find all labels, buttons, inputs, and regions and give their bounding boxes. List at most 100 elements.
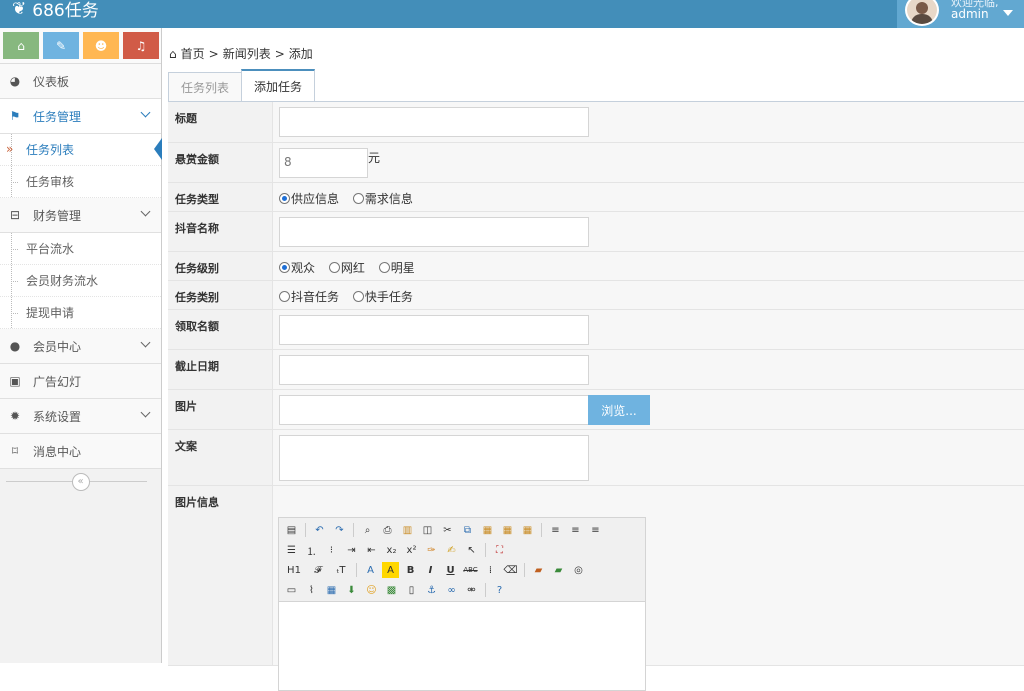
pagebreak-icon[interactable]: ▯: [403, 582, 420, 598]
attachment-icon[interactable]: ⌇: [303, 582, 320, 598]
sidebar-item-ads[interactable]: ▣ 广告幻灯: [0, 364, 161, 399]
field-label: 文案: [168, 430, 273, 485]
flash-icon[interactable]: ◎: [570, 562, 587, 578]
multi-image-icon[interactable]: ▰: [550, 562, 567, 578]
active-pointer-icon: [154, 138, 162, 160]
users-shortcut-button[interactable]: ☻: [83, 32, 119, 59]
paste-icon[interactable]: ▦: [479, 522, 496, 538]
editor-content-area[interactable]: [279, 602, 645, 690]
source-icon[interactable]: ▤: [283, 522, 300, 538]
sidebar-item-finance-management[interactable]: ⊟ 财务管理: [0, 198, 161, 233]
map-icon[interactable]: ▩: [383, 582, 400, 598]
help-icon[interactable]: ?: [491, 582, 508, 598]
unordered-list-icon[interactable]: ⁝: [323, 542, 340, 558]
copy-textarea[interactable]: [279, 435, 589, 481]
cut-icon[interactable]: ✂: [439, 522, 456, 538]
radio-demand[interactable]: 需求信息: [352, 190, 413, 207]
anchor-icon[interactable]: ⚓: [423, 582, 440, 598]
radio-label: 网红: [340, 261, 365, 275]
avatar: [905, 0, 939, 26]
double-angle-left-icon[interactable]: «: [71, 472, 90, 491]
main-content: ⌂ 首页 > 新闻列表 > 添加 任务列表 添加任务 标题 悬赏金额 8 元 任…: [163, 28, 1024, 691]
title-input[interactable]: [279, 107, 589, 137]
breadcrumb-current: 添加: [288, 47, 313, 61]
douyin-name-input[interactable]: [279, 217, 589, 247]
link-icon[interactable]: ∞: [443, 582, 460, 598]
subscript-icon[interactable]: x₂: [383, 542, 400, 558]
quota-input[interactable]: [279, 315, 589, 345]
code-icon[interactable]: ◫: [419, 522, 436, 538]
chevron-down-icon: [140, 407, 151, 418]
sidebar-item-task-list[interactable]: » 任务列表: [0, 134, 162, 166]
radio-influencer[interactable]: 网红: [328, 259, 365, 276]
tab-add-task[interactable]: 添加任务: [241, 69, 316, 102]
sidebar-item-task-review[interactable]: 任务审核: [0, 166, 161, 198]
underline-button[interactable]: U: [442, 562, 459, 578]
paste-text-icon[interactable]: ▦: [499, 522, 516, 538]
align-right-icon[interactable]: ≡: [587, 522, 604, 538]
radio-audience[interactable]: 观众: [279, 259, 315, 276]
line-height-icon[interactable]: ⁞: [482, 562, 499, 578]
sidebar-item-member-center[interactable]: ● 会员中心: [0, 329, 161, 364]
brand-logo[interactable]: ❦ 686任务: [12, 0, 99, 21]
radio-douyin-task[interactable]: 抖音任务: [279, 288, 339, 305]
sidebar-item-label: 财务管理: [33, 208, 82, 223]
cursor-icon[interactable]: ↖: [463, 542, 480, 558]
media-icon[interactable]: ▭: [283, 582, 300, 598]
ordered-list-icon[interactable]: ⒈: [303, 542, 320, 558]
strikethrough-button[interactable]: ABC: [462, 562, 479, 578]
template-icon[interactable]: ▥: [399, 522, 416, 538]
undo-icon[interactable]: ↶: [311, 522, 328, 538]
indent-icon[interactable]: ⇥: [343, 542, 360, 558]
deadline-input[interactable]: [279, 355, 589, 385]
radio-kuaishou-task[interactable]: 快手任务: [352, 288, 413, 305]
table-icon[interactable]: ▦: [323, 582, 340, 598]
sidebar-item-member-finance-flow[interactable]: 会员财务流水: [0, 265, 161, 297]
paste-word-icon[interactable]: ▦: [519, 522, 536, 538]
heading-dropdown[interactable]: H1: [283, 562, 305, 578]
radio-star[interactable]: 明星: [378, 259, 415, 276]
font-color-button[interactable]: A: [362, 562, 379, 578]
superscript-icon[interactable]: x²: [403, 542, 420, 558]
reward-input[interactable]: 8: [279, 148, 368, 178]
sidebar-item-settings[interactable]: ✹ 系统设置: [0, 399, 161, 434]
select-all-icon[interactable]: ✍: [443, 542, 460, 558]
print-icon[interactable]: ⎙: [379, 522, 396, 538]
bold-button[interactable]: B: [402, 562, 419, 578]
clear-format-icon[interactable]: ✑: [423, 542, 440, 558]
bell-shortcut-button[interactable]: ♫: [123, 32, 159, 59]
unlink-icon[interactable]: ⚮: [463, 582, 480, 598]
align-left-icon[interactable]: ≡: [547, 522, 564, 538]
sidebar-item-messages[interactable]: ⌑ 消息中心: [0, 434, 161, 469]
redo-icon[interactable]: ↷: [331, 522, 348, 538]
justify-icon[interactable]: ☰: [283, 542, 300, 558]
sidebar-item-withdraw[interactable]: 提现申请: [0, 297, 161, 329]
image-file-input[interactable]: [279, 395, 589, 425]
italic-button[interactable]: I: [422, 562, 439, 578]
eraser-icon[interactable]: ⌫: [502, 562, 519, 578]
edit-shortcut-button[interactable]: ✎: [43, 32, 79, 59]
home-shortcut-button[interactable]: ⌂: [3, 32, 39, 59]
user-menu[interactable]: 欢迎光临, admin: [897, 0, 1024, 28]
hr-icon[interactable]: ⬇: [343, 582, 360, 598]
font-family-dropdown[interactable]: 𝓕: [308, 562, 328, 578]
image-upload-icon[interactable]: ▰: [530, 562, 547, 578]
highlight-color-button[interactable]: A: [382, 562, 399, 578]
font-size-dropdown[interactable]: ₜT: [331, 562, 351, 578]
copy-icon[interactable]: ⧉: [459, 522, 476, 538]
sidebar-item-platform-flow[interactable]: 平台流水: [0, 233, 161, 265]
sidebar-item-task-management[interactable]: ⚑ 任务管理: [0, 99, 161, 134]
fullscreen-icon[interactable]: ⛶: [491, 542, 508, 558]
tab-task-list[interactable]: 任务列表: [168, 72, 243, 102]
emoticon-icon[interactable]: ☺: [363, 582, 380, 598]
sidebar-item-label: 消息中心: [33, 444, 82, 459]
browse-button[interactable]: 浏览...: [588, 395, 650, 425]
outdent-icon[interactable]: ⇤: [363, 542, 380, 558]
radio-supply[interactable]: 供应信息: [279, 190, 339, 207]
preview-icon[interactable]: ⌕: [359, 522, 376, 538]
sidebar-item-dashboard[interactable]: ◕ 仪表板: [0, 64, 161, 99]
breadcrumb-home-link[interactable]: 首页: [181, 45, 205, 62]
align-center-icon[interactable]: ≡: [567, 522, 584, 538]
breadcrumb-list-link[interactable]: 新闻列表: [223, 45, 271, 62]
breadcrumb-separator: >: [208, 46, 219, 61]
